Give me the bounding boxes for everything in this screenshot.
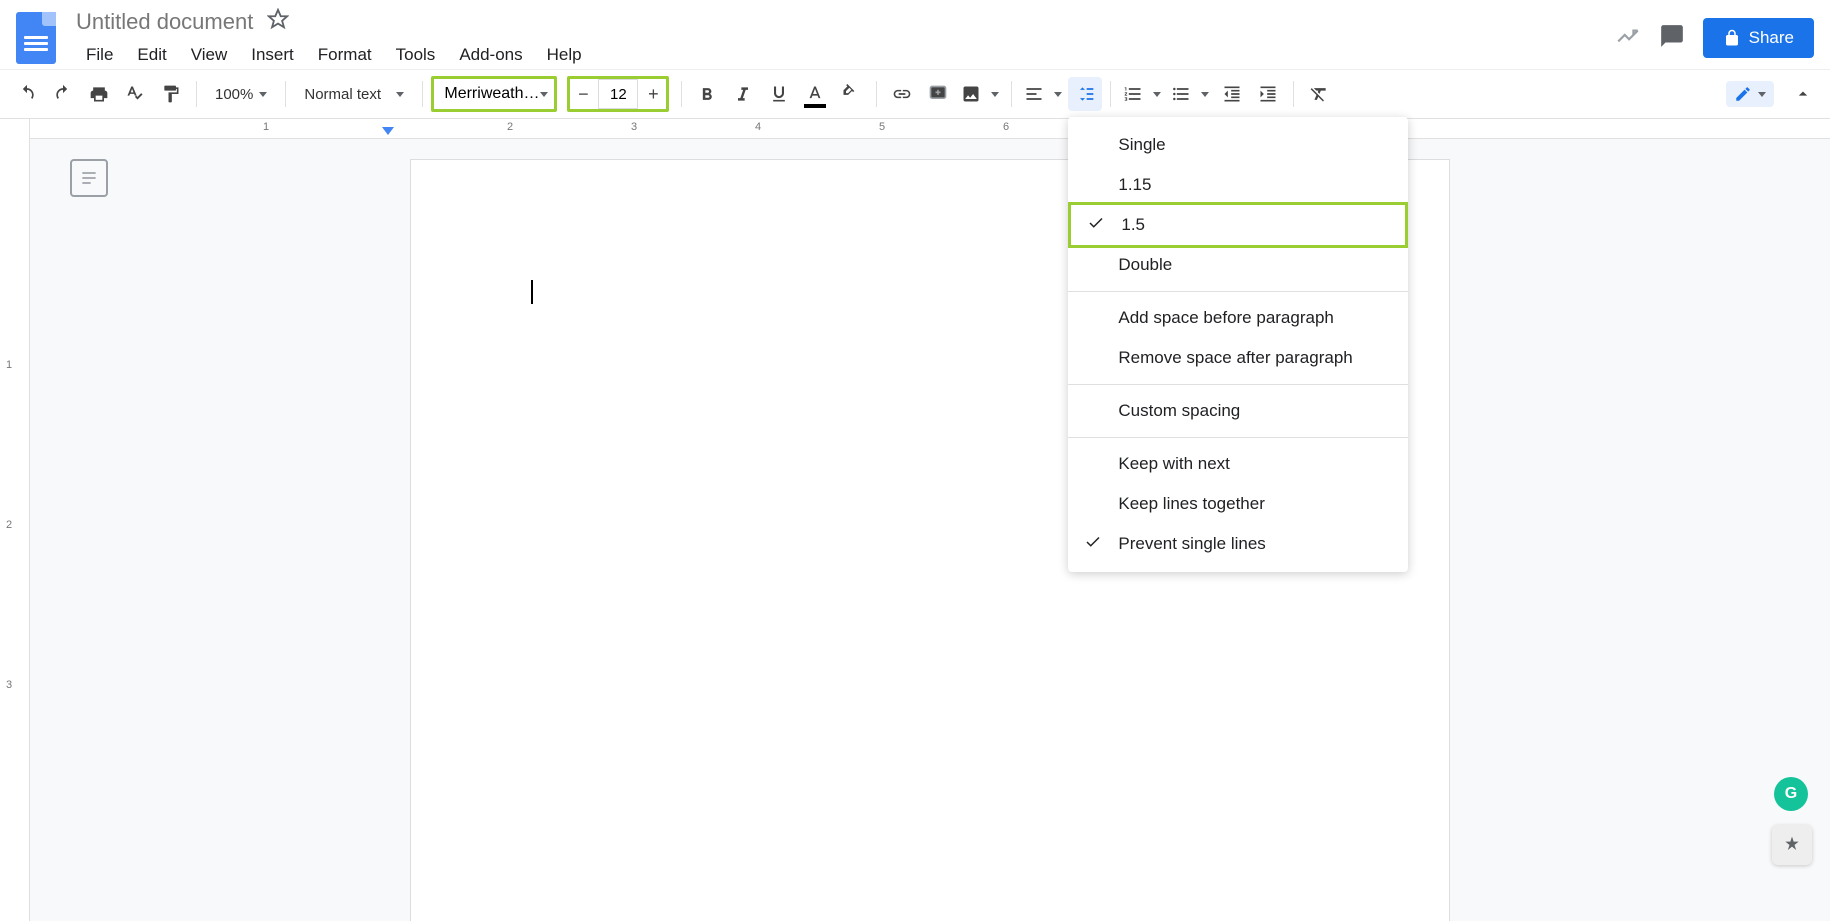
menu-help[interactable]: Help — [537, 41, 592, 69]
paint-format-button[interactable] — [154, 77, 188, 111]
spacing-add-before[interactable]: Add space before paragraph — [1068, 298, 1408, 338]
workspace: 1 2 3 1 2 3 4 5 6 — [0, 119, 1830, 921]
text-cursor — [531, 280, 533, 304]
bold-button[interactable] — [690, 77, 724, 111]
star-icon[interactable] — [267, 8, 289, 35]
bulleted-list-button[interactable] — [1167, 77, 1213, 111]
menu-file[interactable]: File — [76, 41, 123, 69]
text-color-button[interactable] — [798, 77, 832, 111]
indent-marker-icon[interactable] — [382, 127, 394, 137]
document-title[interactable]: Untitled document — [76, 9, 253, 35]
font-size-control: − + — [567, 76, 669, 112]
font-size-increase-button[interactable]: + — [640, 79, 666, 109]
share-button[interactable]: Share — [1703, 18, 1814, 58]
comments-icon[interactable] — [1659, 23, 1685, 54]
paragraph-style-select[interactable]: Normal text — [294, 77, 414, 111]
check-icon — [1087, 214, 1105, 237]
explore-button[interactable] — [1772, 825, 1812, 865]
spacing-double[interactable]: Double — [1068, 245, 1408, 285]
spacing-keep-lines[interactable]: Keep lines together — [1068, 484, 1408, 524]
insert-image-button[interactable] — [957, 77, 1003, 111]
font-size-decrease-button[interactable]: − — [570, 79, 596, 109]
insert-link-button[interactable] — [885, 77, 919, 111]
decrease-indent-button[interactable] — [1215, 77, 1249, 111]
undo-button[interactable] — [10, 77, 44, 111]
spellcheck-button[interactable] — [118, 77, 152, 111]
vertical-ruler[interactable]: 1 2 3 — [0, 119, 30, 921]
spacing-prevent-single[interactable]: Prevent single lines — [1068, 524, 1408, 564]
align-button[interactable] — [1020, 77, 1066, 111]
add-comment-button[interactable] — [921, 77, 955, 111]
share-label: Share — [1749, 28, 1794, 48]
grammarly-badge-icon[interactable]: G — [1774, 777, 1808, 811]
print-button[interactable] — [82, 77, 116, 111]
numbered-list-button[interactable] — [1119, 77, 1165, 111]
menu-addons[interactable]: Add-ons — [449, 41, 532, 69]
underline-button[interactable] — [762, 77, 796, 111]
menu-tools[interactable]: Tools — [386, 41, 446, 69]
menu-insert[interactable]: Insert — [241, 41, 304, 69]
document-outline-button[interactable] — [70, 159, 108, 197]
horizontal-ruler[interactable]: 1 2 3 4 5 6 — [30, 119, 1830, 139]
spacing-custom[interactable]: Custom spacing — [1068, 391, 1408, 431]
menu-view[interactable]: View — [181, 41, 238, 69]
font-size-input[interactable] — [598, 79, 638, 109]
header: Untitled document File Edit View Insert … — [0, 0, 1830, 69]
title-area: Untitled document File Edit View Insert … — [76, 8, 1615, 69]
italic-button[interactable] — [726, 77, 760, 111]
check-icon — [1084, 533, 1102, 556]
spacing-single[interactable]: Single — [1068, 125, 1408, 165]
highlight-color-button[interactable] — [834, 77, 868, 111]
collapse-toolbar-button[interactable] — [1786, 77, 1820, 111]
spacing-1-5[interactable]: 1.5 — [1068, 202, 1408, 248]
spacing-keep-next[interactable]: Keep with next — [1068, 444, 1408, 484]
editing-mode-button[interactable] — [1726, 81, 1774, 107]
redo-button[interactable] — [46, 77, 80, 111]
toolbar: 100% Normal text Merriweath… − + Single … — [0, 69, 1830, 119]
spacing-1-15[interactable]: 1.15 — [1068, 165, 1408, 205]
clear-formatting-button[interactable] — [1302, 77, 1336, 111]
zoom-select[interactable]: 100% — [205, 77, 277, 111]
line-spacing-button[interactable] — [1068, 77, 1102, 111]
increase-indent-button[interactable] — [1251, 77, 1285, 111]
menu-bar: File Edit View Insert Format Tools Add-o… — [76, 41, 1615, 69]
font-select[interactable]: Merriweath… — [431, 76, 557, 112]
menu-edit[interactable]: Edit — [127, 41, 176, 69]
spacing-remove-after[interactable]: Remove space after paragraph — [1068, 338, 1408, 378]
activity-icon[interactable] — [1615, 23, 1641, 54]
menu-format[interactable]: Format — [308, 41, 382, 69]
font-name: Merriweath… — [444, 85, 539, 103]
line-spacing-menu: Single 1.15 1.5 Double Add space before … — [1068, 117, 1408, 572]
docs-logo-icon[interactable] — [16, 12, 56, 64]
